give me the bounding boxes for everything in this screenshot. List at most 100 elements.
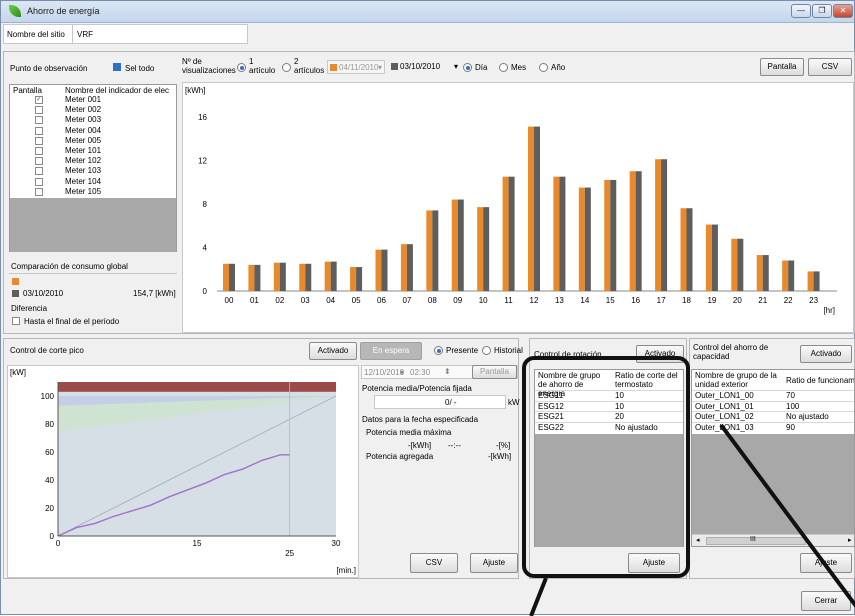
window-title: Ahorro de energía [27, 6, 100, 16]
maximize-button[interactable]: ❐ [812, 4, 832, 18]
y-tick-label: 0 [203, 287, 208, 296]
month-radio[interactable] [499, 63, 508, 72]
y-axis-label: [kWh] [185, 86, 205, 95]
capacity-group-cell[interactable]: Outer_LON1_02 [695, 412, 754, 421]
bar-gray [762, 255, 769, 291]
x-tick-label: 13 [555, 296, 564, 305]
x-tick-label: 08 [428, 296, 437, 305]
bar-gray [610, 179, 617, 291]
peak-limit-band [58, 382, 336, 392]
capacity-group-cell[interactable]: Outer_LON1_01 [695, 402, 754, 411]
peak-ajuste-button[interactable]: Ajuste [470, 553, 518, 573]
meter-checkbox[interactable] [35, 177, 43, 186]
capacity-activated-button[interactable]: Activado [800, 345, 852, 363]
bar-gray [406, 244, 413, 291]
bar-orange [655, 159, 662, 291]
peak-y-tick: 0 [50, 532, 55, 541]
meter-checkbox[interactable]: ✓ [35, 96, 43, 104]
waiting-button[interactable]: En espera [360, 342, 422, 360]
num-visualizations-label: Nº de visualizaciones [182, 57, 236, 75]
chevron-down-icon: ▾ [378, 63, 383, 72]
meter-checkbox[interactable] [35, 167, 43, 176]
two-items-radio[interactable] [282, 63, 291, 72]
bar-gray [457, 199, 464, 291]
site-label: Nombre del sitio [7, 30, 65, 39]
col-pantalla: Pantalla [13, 86, 42, 95]
end-period-label: Hasta el final de el período [24, 317, 120, 326]
meter-checkbox[interactable] [35, 106, 43, 115]
meter-name: Meter 003 [65, 115, 102, 125]
capacity-group-cell[interactable]: Outer_LON1_00 [695, 391, 754, 400]
select-all-checkbox[interactable] [113, 63, 121, 71]
bar-gray [279, 262, 286, 291]
scroll-left-icon[interactable]: ◂ [696, 536, 700, 544]
x-tick-label: 18 [682, 296, 691, 305]
meter-checkbox[interactable] [35, 147, 43, 155]
bar-orange [477, 207, 484, 291]
x-tick-label: 11 [504, 296, 513, 305]
capacity-col-group: Nombre de grupo de la unidad exterior [695, 371, 777, 389]
spinner-icon[interactable]: ⬍ [444, 367, 451, 376]
meter-name: Meter 101 [65, 146, 102, 155]
bar-gray [635, 171, 642, 291]
meter-name: Meter 001 [65, 95, 102, 104]
day-label: Día [475, 63, 488, 72]
global-value: 154,7 [kWh] [133, 289, 176, 298]
bar-gray [356, 267, 363, 291]
day-radio[interactable] [463, 63, 472, 72]
year-radio[interactable] [539, 63, 548, 72]
peak-x-tick: 15 [193, 539, 202, 548]
peak-y-tick: 100 [41, 392, 55, 401]
one-item-radio[interactable] [237, 63, 246, 72]
max-avg-time: --:-- [448, 441, 461, 450]
title-bar: Ahorro de energía — ❐ ✕ [1, 1, 854, 23]
meter-checkbox[interactable] [35, 187, 43, 196]
meter-checkbox[interactable] [35, 136, 43, 145]
history-radio[interactable] [482, 346, 491, 355]
horizontal-scrollbar[interactable]: ◂ III ▸ [692, 534, 854, 546]
bar-orange [223, 263, 229, 291]
close-window-button[interactable]: ✕ [833, 4, 853, 18]
bar-orange [375, 249, 382, 291]
bar-gray [305, 263, 312, 291]
bar-orange [731, 238, 738, 291]
date2-picker[interactable]: 03/10/2010 ▾ [389, 60, 464, 74]
max-avg-pct: -[%] [496, 441, 511, 450]
minimize-button[interactable]: — [791, 4, 811, 18]
callout-rectangle [522, 356, 690, 578]
added-power-label: Potencia agregada [366, 452, 434, 461]
max-avg-label: Potencia media máxima [366, 428, 452, 437]
consumption-panel: Punto de observación Sel todo Pantalla N… [3, 51, 855, 334]
x-tick-label: 05 [352, 296, 361, 305]
peak-activated-button[interactable]: Activado [309, 342, 357, 360]
capacity-group-cell[interactable]: Outer_LON1_03 [695, 423, 754, 432]
meter-checkbox[interactable] [35, 116, 43, 125]
capacity-ajuste-button[interactable]: Ajuste [800, 553, 852, 573]
callout-line-left [529, 577, 548, 616]
bar-gray [483, 207, 490, 291]
capacity-ratio-cell[interactable]: 70 [786, 391, 795, 400]
present-radio[interactable] [434, 346, 443, 355]
bar-gray [508, 176, 515, 291]
end-period-checkbox[interactable] [12, 317, 20, 325]
peak-y-label: [kW] [10, 368, 26, 377]
scroll-right-icon[interactable]: ▸ [848, 536, 852, 544]
meter-checkbox[interactable] [35, 126, 43, 135]
capacity-ratio-cell[interactable]: 90 [786, 423, 795, 432]
bar-gray [381, 249, 388, 291]
capacity-ratio-cell[interactable]: 100 [786, 402, 799, 411]
csv-button[interactable]: CSV [808, 58, 852, 76]
pantalla-button[interactable]: Pantalla [760, 58, 804, 76]
x-tick-label: 22 [784, 296, 793, 305]
peak-csv-button[interactable]: CSV [410, 553, 458, 573]
date1-picker[interactable]: 04/11/2010 ▾ [327, 60, 385, 74]
year-label: Año [551, 63, 566, 72]
cerrar-button[interactable]: Cerrar [801, 591, 851, 611]
peak-pantalla-button[interactable]: Pantalla [472, 365, 517, 379]
capacity-ratio-cell[interactable]: No ajustado [786, 412, 829, 421]
peak-date-picker[interactable]: 12/10/2010 ▾ 02:30 ⬍ Pantalla [361, 365, 518, 379]
capacity-table: Nombre de grupo de la unidad exterior Ra… [691, 369, 855, 547]
bar-gray [534, 126, 540, 291]
meter-name: Meter 102 [65, 156, 102, 166]
meter-checkbox[interactable] [35, 157, 43, 166]
